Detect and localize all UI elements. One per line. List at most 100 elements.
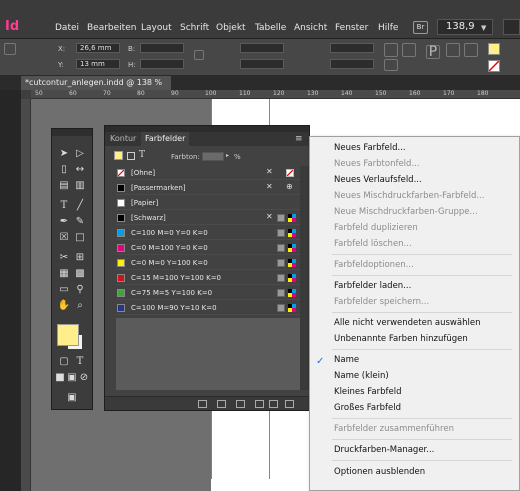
direct-selection-tool-icon[interactable]: ▷ [73, 147, 87, 161]
formatting-text-icon[interactable]: T [73, 355, 87, 369]
swatch-container-icon[interactable] [127, 152, 135, 160]
scissors-tool-icon[interactable]: ✂ [57, 251, 71, 265]
ruler-origin[interactable] [21, 90, 31, 99]
scale-y-field[interactable] [240, 59, 284, 69]
menu-item-farbfeld-loeschen[interactable]: Farbfeld löschen... [334, 239, 412, 249]
menu-schrift[interactable]: Schrift [180, 23, 209, 33]
new-swatch-icon[interactable] [269, 400, 278, 408]
swatch-row-passermarken[interactable]: [Passermarken] ✕ ⊕ [116, 181, 300, 195]
screen-mode-icon[interactable]: ▣ [65, 391, 79, 405]
menu-item-neues-farbfeld[interactable]: Neues Farbfeld... [334, 143, 406, 153]
delete-swatch-icon[interactable] [285, 400, 294, 408]
menu-item-farbfeldoptionen[interactable]: Farbfeldoptionen... [334, 260, 414, 270]
rectangle-frame-tool-icon[interactable]: ☒ [57, 231, 71, 245]
menu-layout[interactable]: Layout [141, 23, 172, 33]
width-field[interactable] [140, 43, 184, 53]
tint-dropdown-icon[interactable]: ▸ [226, 152, 229, 159]
show-all-swatches-icon[interactable] [198, 400, 207, 408]
horizontal-ruler[interactable]: 50 60 70 80 90 100 110 120 130 140 150 1… [21, 90, 520, 99]
selection-tool-icon[interactable]: ➤ [57, 147, 71, 161]
vertical-ruler[interactable] [21, 99, 31, 491]
note-tool-icon[interactable]: ▭ [57, 283, 71, 297]
swatch-row-cyan[interactable]: C=100 M=0 Y=0 K=0 [116, 226, 300, 240]
gradient-swatch-tool-icon[interactable]: ▦ [57, 267, 71, 281]
swatch-row-magenta[interactable]: C=0 M=100 Y=0 K=0 [116, 241, 300, 255]
y-position-field[interactable]: 13 mm [76, 59, 120, 69]
constrain-proportions-icon[interactable] [194, 50, 204, 60]
swatch-row-blue[interactable]: C=100 M=90 Y=10 K=0 [116, 301, 300, 315]
swatch-list-empty-area[interactable] [116, 318, 300, 390]
select-previous-icon[interactable] [446, 43, 460, 57]
menu-item-farbfelder-laden[interactable]: Farbfelder laden... [334, 281, 411, 291]
menu-item-neues-farbtonfeld[interactable]: Neues Farbtonfeld... [334, 159, 420, 169]
formatting-container-icon[interactable]: ▢ [57, 355, 71, 369]
rectangle-tool-icon[interactable]: □ [73, 231, 87, 245]
pencil-tool-icon[interactable]: ✎ [73, 215, 87, 229]
menu-item-name[interactable]: Name [334, 355, 359, 365]
swatch-fill-toggle-icon[interactable] [114, 151, 123, 160]
eyedropper-tool-icon[interactable]: ⚲ [73, 283, 87, 297]
type-tool-icon[interactable]: T [57, 199, 71, 213]
path-p-icon[interactable]: P [426, 45, 440, 59]
swatch-text-icon[interactable]: T [139, 150, 145, 160]
menu-item-name-klein[interactable]: Name (klein) [334, 371, 389, 381]
rotate-field[interactable] [330, 43, 374, 53]
swatch-row-schwarz[interactable]: [Schwarz] ✕ [116, 211, 300, 225]
content-placer-icon[interactable]: ▥ [73, 179, 87, 193]
tab-farbfelder[interactable]: Farbfelder [141, 132, 190, 146]
panel-menu-icon[interactable]: ≡ [295, 134, 303, 144]
shear-field[interactable] [330, 59, 374, 69]
menu-hilfe[interactable]: Hilfe [378, 23, 398, 33]
menu-item-farbfeld-duplizieren[interactable]: Farbfeld duplizieren [334, 223, 418, 233]
swatch-row-ohne[interactable]: [Ohne] ✕ [116, 166, 300, 180]
menu-objekt[interactable]: Objekt [216, 23, 246, 33]
zoom-tool-icon[interactable]: ⌕ [73, 299, 87, 313]
tab-kontur[interactable]: Kontur [106, 132, 140, 146]
menu-datei[interactable]: Datei [55, 23, 79, 33]
content-collector-icon[interactable]: ▤ [57, 179, 71, 193]
fill-color-box[interactable] [57, 324, 79, 346]
page-tool-icon[interactable]: ▯ [57, 163, 71, 177]
tint-field[interactable] [202, 152, 224, 161]
menu-fenster[interactable]: Fenster [335, 23, 368, 33]
hand-tool-icon[interactable]: ✋ [57, 299, 71, 313]
menu-item-farbfelder-zusammenfuehren[interactable]: Farbfelder zusammenführen [334, 424, 454, 434]
menu-item-neues-verlaufsfeld[interactable]: Neues Verlaufsfeld... [334, 175, 422, 185]
menu-item-alle-nicht-verwendeten[interactable]: Alle nicht verwendeten auswählen [334, 318, 480, 328]
menu-item-farbfelder-speichern[interactable]: Farbfelder speichern... [334, 297, 429, 307]
apply-none-icon[interactable]: ⊘ [77, 371, 91, 385]
stroke-swatch[interactable] [488, 60, 500, 72]
reference-point-icon[interactable] [4, 43, 16, 55]
fill-swatch[interactable] [488, 43, 500, 55]
swatch-row-yellow[interactable]: C=0 M=0 Y=100 K=0 [116, 256, 300, 270]
window-control-button[interactable] [503, 19, 520, 35]
swatch-row-green[interactable]: C=75 M=5 Y=100 K=0 [116, 286, 300, 300]
menu-item-optionen-ausblenden[interactable]: Optionen ausblenden [334, 467, 425, 477]
height-field[interactable] [140, 59, 184, 69]
select-next-icon[interactable] [464, 43, 478, 57]
menu-item-unbenannte-farben[interactable]: Unbenannte Farben hinzufügen [334, 334, 468, 344]
menu-item-kleines-farbfeld[interactable]: Kleines Farbfeld [334, 387, 401, 397]
bridge-button[interactable]: Br [413, 21, 428, 34]
swatch-row-red[interactable]: C=15 M=100 Y=100 K=0 [116, 271, 300, 285]
menu-item-neues-mischdruckfarben-farbfeld[interactable]: Neues Mischdruckfarben-Farbfeld... [334, 191, 484, 201]
new-color-group-icon[interactable] [255, 400, 264, 408]
zoom-dropdown-arrow-icon[interactable]: ▼ [481, 24, 486, 32]
gap-tool-icon[interactable]: ↔ [73, 163, 87, 177]
menu-item-neue-mischdruckfarben-gruppe[interactable]: Neue Mischdruckfarben-Gruppe... [334, 207, 478, 217]
gradient-feather-tool-icon[interactable]: ▩ [73, 267, 87, 281]
tools-panel-header[interactable] [52, 129, 92, 136]
show-gradient-swatches-icon[interactable] [236, 400, 245, 408]
free-transform-tool-icon[interactable]: ⊞ [73, 251, 87, 265]
line-tool-icon[interactable]: ╱ [73, 199, 87, 213]
swatch-list-scrollbar[interactable] [300, 166, 309, 390]
flip-icon[interactable] [402, 43, 416, 57]
select-container-icon[interactable] [384, 59, 398, 71]
swatch-row-papier[interactable]: [Papier] [116, 196, 300, 210]
menu-ansicht[interactable]: Ansicht [294, 23, 327, 33]
menu-tabelle[interactable]: Tabelle [255, 23, 286, 33]
scale-x-field[interactable] [240, 43, 284, 53]
pen-tool-icon[interactable]: ✒ [57, 215, 71, 229]
menu-item-grosses-farbfeld[interactable]: Großes Farbfeld [334, 403, 401, 413]
menu-item-druckfarben-manager[interactable]: Druckfarben-Manager... [334, 445, 434, 455]
